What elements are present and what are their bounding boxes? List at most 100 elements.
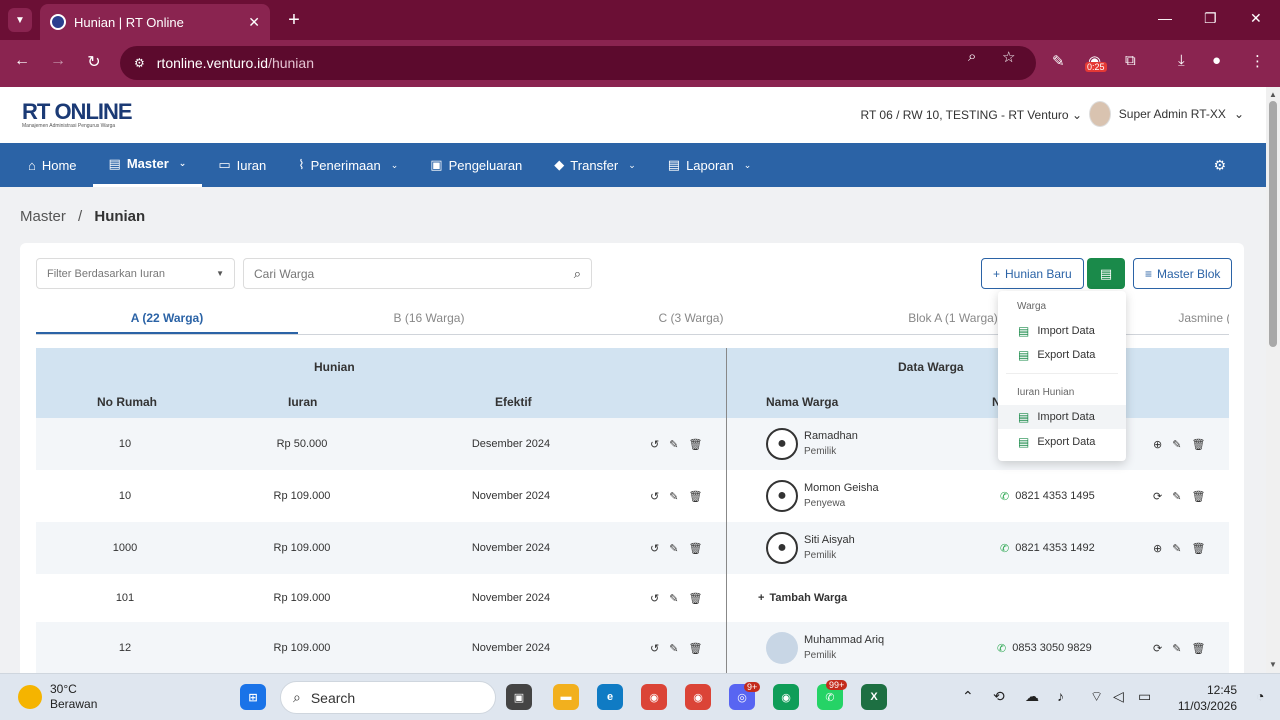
browser-menu-icon[interactable]: ⋮ xyxy=(1250,52,1265,70)
export-warga-item[interactable]: ▤ Export Data xyxy=(998,343,1126,367)
profile-avatar-icon[interactable]: ● xyxy=(1212,52,1221,69)
nav-transfer[interactable]: ◆ Transfer ⌄ xyxy=(538,143,651,187)
master-blok-button[interactable]: ≡ Master Blok xyxy=(1133,258,1233,289)
wifi-icon[interactable]: ⌔ xyxy=(1090,688,1103,706)
extensions-puzzle-icon[interactable]: ⧉ xyxy=(1125,52,1136,69)
taskbar-clock[interactable]: 12:45 11/03/2026 xyxy=(1175,682,1237,714)
weather-widget[interactable]: 30°C Berawan xyxy=(18,682,97,712)
notification-bell-icon[interactable]: ◔ xyxy=(1256,688,1264,704)
rt-online-logo[interactable]: RT ONLINE Manajemen Administrasi Penguru… xyxy=(22,99,133,129)
nav-pengeluaran[interactable]: ▣ Pengeluaran xyxy=(414,143,538,187)
nav-master[interactable]: ▤ Master ⌄ xyxy=(92,143,203,187)
nav-iuran[interactable]: ▭ Iuran xyxy=(202,143,282,187)
download-icon[interactable]: ⤓ xyxy=(1178,52,1185,69)
cell-iuran: Rp 109.000 xyxy=(273,542,331,554)
edit-icon[interactable]: ✎ xyxy=(669,490,678,503)
nav-home[interactable]: ⌂ Home xyxy=(0,143,93,187)
edit-icon[interactable]: ✎ xyxy=(669,542,678,555)
site-info-icon[interactable]: ⚙ xyxy=(134,56,145,70)
bookmark-star-icon[interactable]: ☆ xyxy=(1002,48,1015,66)
filter-iuran-select[interactable]: Filter Berdasarkan Iuran ▼ xyxy=(36,258,235,289)
chrome-alt-icon[interactable]: ◉ xyxy=(773,684,799,710)
edit-icon[interactable]: ✎ xyxy=(669,642,678,655)
cloud-icon[interactable]: ☁ xyxy=(1025,688,1039,705)
edit-icon[interactable]: ✎ xyxy=(669,438,678,451)
trash-icon[interactable]: 🗑 xyxy=(688,542,702,555)
reload-button[interactable]: ↻ xyxy=(82,52,106,72)
tambah-warga-link[interactable]: + Tambah Warga xyxy=(758,574,847,622)
pen-extension-icon[interactable]: ✎ xyxy=(1052,52,1065,70)
trash-icon[interactable]: 🗑 xyxy=(688,438,702,451)
page-scrollbar[interactable]: ▲ ▼ xyxy=(1266,87,1280,673)
edge-browser-icon[interactable]: e xyxy=(597,684,623,710)
user-menu[interactable]: Super Admin RT-XX ⌄ xyxy=(1088,101,1244,127)
forward-button[interactable]: → xyxy=(46,52,70,70)
close-window-button[interactable]: ✕ xyxy=(1250,10,1262,27)
nav-penerimaan[interactable]: ⌇ Penerimaan ⌄ xyxy=(282,143,414,187)
tab-blok-b[interactable]: B (16 Warga) xyxy=(298,303,560,334)
taskbar-search[interactable]: ⌕ Search xyxy=(280,681,496,714)
edit-icon[interactable]: ✎ xyxy=(1172,542,1181,555)
volume-icon[interactable]: ◁ xyxy=(1113,688,1124,705)
edit-icon[interactable]: ✎ xyxy=(1172,438,1181,451)
mic-icon[interactable]: ♪ xyxy=(1057,688,1064,704)
restore-button[interactable]: ❐ xyxy=(1204,10,1217,27)
edit-icon[interactable]: ✎ xyxy=(669,592,678,605)
dropdown-group-iuran: Iuran Hunian xyxy=(1017,387,1075,398)
import-iuran-item[interactable]: ▤ Import Data xyxy=(998,405,1126,429)
tray-chevron-up-icon[interactable]: ⌃ xyxy=(962,688,974,705)
file-explorer-icon[interactable]: ▬ xyxy=(553,684,579,710)
hunian-actions: ↺ ✎ 🗑 xyxy=(650,470,702,522)
trash-icon[interactable]: 🗑 xyxy=(688,592,702,605)
trash-icon[interactable]: 🗑 xyxy=(1191,490,1205,503)
windows-start-icon[interactable]: ⊞ xyxy=(240,684,266,710)
settings-gear-icon[interactable]: ⚙ xyxy=(1213,157,1226,174)
history-icon[interactable]: ↺ xyxy=(650,542,659,555)
address-bar[interactable]: ⚙ rtonline.venturo.id/hunian xyxy=(120,46,1036,80)
browser-tab-active[interactable]: Hunian | RT Online ✕ xyxy=(40,4,270,40)
battery-icon[interactable]: ▭ xyxy=(1138,688,1151,705)
excel-menu-button[interactable]: ▤ xyxy=(1087,258,1125,289)
add-user-icon[interactable]: ⊕ xyxy=(1153,438,1162,451)
scroll-down-icon[interactable]: ▼ xyxy=(1269,660,1277,669)
refresh-icon[interactable]: ⟳ xyxy=(1153,490,1162,503)
trash-icon[interactable]: 🗑 xyxy=(1191,438,1205,451)
tab-close-icon[interactable]: ✕ xyxy=(248,14,260,31)
tab-search-button[interactable]: ▼ xyxy=(8,8,32,32)
back-button[interactable]: ← xyxy=(10,52,34,70)
zoom-search-icon[interactable]: ⌕ xyxy=(968,48,976,65)
scrollbar-thumb[interactable] xyxy=(1269,101,1277,347)
new-tab-button[interactable]: + xyxy=(282,8,306,32)
refresh-icon[interactable]: ⟳ xyxy=(1153,642,1162,655)
scroll-up-icon[interactable]: ▲ xyxy=(1269,90,1277,99)
history-icon[interactable]: ↺ xyxy=(650,438,659,451)
history-icon[interactable]: ↺ xyxy=(650,490,659,503)
org-selector[interactable]: RT 06 / RW 10, TESTING - RT Venturo ⌄ xyxy=(861,108,1083,122)
export-iuran-item[interactable]: ▤ Export Data xyxy=(998,430,1126,454)
task-view-icon[interactable]: ▣ xyxy=(506,684,532,710)
warga-phone[interactable]: ✆ 0853 3050 9829 xyxy=(997,622,1092,673)
trash-icon[interactable]: 🗑 xyxy=(688,490,702,503)
tab-blok-a[interactable]: A (22 Warga) xyxy=(36,303,298,334)
hunian-baru-button[interactable]: + Hunian Baru xyxy=(981,258,1084,289)
import-warga-item[interactable]: ▤ Import Data xyxy=(998,319,1126,343)
chrome-icon[interactable]: ◉ xyxy=(641,684,667,710)
warga-phone[interactable]: ✆ 0821 4353 1495 xyxy=(1000,470,1095,522)
trash-icon[interactable]: 🗑 xyxy=(1191,642,1205,655)
edit-icon[interactable]: ✎ xyxy=(1172,642,1181,655)
warga-phone[interactable]: ✆ 0821 4353 1492 xyxy=(1000,522,1095,574)
tab-blok-c[interactable]: C (3 Warga) xyxy=(560,303,822,334)
nav-laporan[interactable]: ▤ Laporan ⌄ xyxy=(652,143,768,187)
excel-icon[interactable]: X xyxy=(861,684,887,710)
add-user-icon[interactable]: ⊕ xyxy=(1153,542,1162,555)
sync-icon[interactable]: ⟲ xyxy=(993,688,1005,705)
history-icon[interactable]: ↺ xyxy=(650,592,659,605)
minimize-button[interactable]: — xyxy=(1158,10,1172,26)
trash-icon[interactable]: 🗑 xyxy=(1191,542,1205,555)
history-icon[interactable]: ↺ xyxy=(650,642,659,655)
breadcrumb-master[interactable]: Master xyxy=(20,208,66,225)
search-warga-input[interactable]: Cari Warga ⌕ xyxy=(243,258,592,289)
trash-icon[interactable]: 🗑 xyxy=(688,642,702,655)
chrome-profile-icon[interactable]: ◉ xyxy=(685,684,711,710)
edit-icon[interactable]: ✎ xyxy=(1172,490,1181,503)
